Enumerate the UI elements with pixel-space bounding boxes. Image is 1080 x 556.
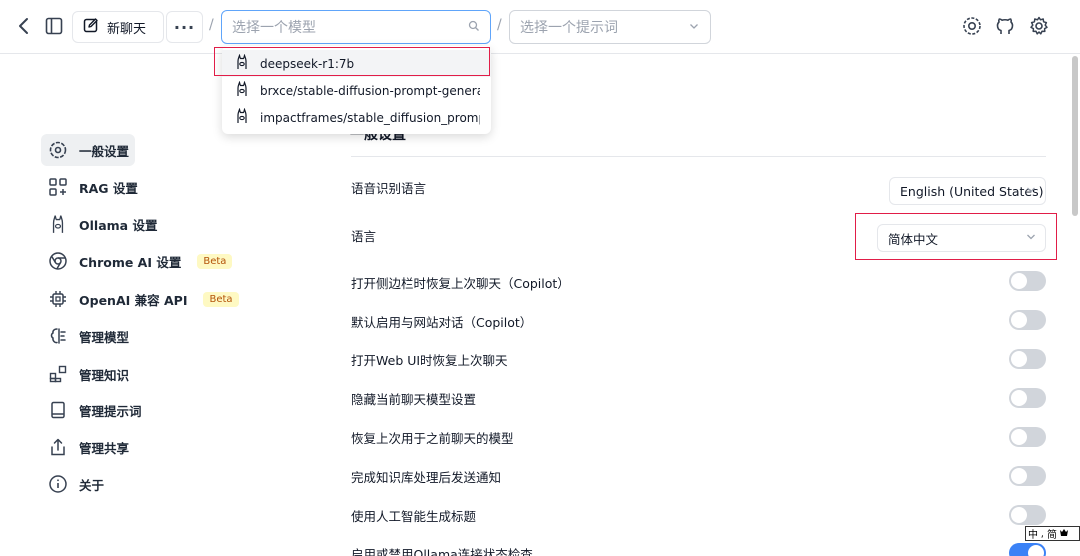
toggle-knob: [1028, 545, 1044, 556]
llama-icon: [47, 213, 69, 235]
rag-icon: [47, 176, 69, 198]
setting-label: 完成知识库处理后发送通知: [351, 470, 502, 485]
sidebar-item-label: OpenAI 兼容 API: [79, 292, 188, 308]
edit-icon: [83, 17, 99, 37]
toggle-knob: [1011, 507, 1027, 523]
scrollbar-thumb[interactable]: [1072, 56, 1078, 216]
sidebar-item-openai-api[interactable]: OpenAI 兼容 API Beta: [41, 283, 239, 315]
sidebar-item-manage-prompts[interactable]: 管理提示词: [41, 394, 142, 426]
model-option-label: deepseek-r1:7b: [260, 56, 355, 71]
setting-label: 打开Web UI时恢复上次聊天: [351, 353, 508, 368]
sidebar-item-manage-share[interactable]: 管理共享: [41, 431, 129, 463]
model-dropdown-menu: deepseek-r1:7b brxce/stable-diffusion-pr…: [222, 46, 491, 134]
model-select-placeholder: 选择一个模型: [232, 20, 316, 36]
search-icon: [468, 20, 480, 36]
toggle-knob: [1011, 351, 1027, 367]
sidebar-item-general[interactable]: 一般设置: [41, 134, 135, 166]
toggle-switch[interactable]: [1009, 427, 1046, 447]
setting-label: 使用人工智能生成标题: [351, 509, 477, 524]
toggle-knob: [1011, 390, 1027, 406]
model-option[interactable]: deepseek-r1:7b: [222, 50, 491, 77]
gear-icon[interactable]: [1027, 14, 1051, 38]
ollama-settings-icon[interactable]: [960, 14, 984, 38]
sidebar-item-about[interactable]: 关于: [41, 468, 104, 500]
info-icon: [47, 473, 69, 495]
setting-label: 语言: [351, 229, 377, 244]
toggle-switch[interactable]: [1009, 505, 1046, 525]
sidebar-item-label: 一般设置: [79, 143, 130, 159]
chip-icon: [47, 288, 69, 310]
new-chat-label: 新聊天: [107, 21, 147, 37]
llama-icon: [234, 53, 250, 73]
setting-label: 启用或禁用Ollama连接状态检查: [351, 547, 533, 556]
setting-label: 恢复上次用于之前聊天的模型: [351, 431, 514, 446]
sidebar-item-label: 管理提示词: [79, 403, 142, 419]
chevron-down-icon: [688, 20, 700, 36]
sidebar-item-manage-knowledge[interactable]: 管理知识: [41, 358, 129, 390]
toggle-switch[interactable]: [1009, 388, 1046, 408]
select-value: 简体中文: [888, 231, 939, 247]
new-chat-button[interactable]: 新聊天: [72, 11, 164, 43]
sidebar-item-label: Ollama 设置: [79, 217, 158, 233]
setting-label: 默认启用与网站对话（Copilot）: [351, 315, 533, 330]
toggle-knob: [1011, 312, 1027, 328]
sidebar-item-label: Chrome AI 设置: [79, 254, 182, 270]
toggle-knob: [1011, 429, 1027, 445]
chevron-down-icon: [1025, 231, 1037, 246]
sidebar-item-label: 关于: [79, 477, 105, 493]
model-option-label: brxce/stable-diffusion-prompt-generator:…: [260, 83, 480, 98]
llama-icon: [234, 80, 250, 100]
model-select-input[interactable]: 选择一个模型: [221, 10, 491, 44]
chevron-down-icon: [1025, 184, 1037, 199]
prompt-select-input[interactable]: 选择一个提示词: [509, 10, 711, 44]
toggle-switch[interactable]: [1009, 543, 1046, 556]
beta-badge: Beta: [203, 291, 239, 307]
ime-text: 中 ⸴ 简: [1028, 530, 1058, 541]
brain-icon: [47, 325, 69, 347]
toggle-knob: [1011, 468, 1027, 484]
setting-label: 打开侧边栏时恢复上次聊天（Copilot）: [351, 276, 570, 291]
sidebar-item-label: 管理模型: [79, 329, 130, 345]
back-chevron-icon[interactable]: [12, 14, 36, 38]
share-icon: [47, 436, 69, 458]
toggle-switch[interactable]: [1009, 271, 1046, 291]
section-divider: [351, 156, 1046, 157]
toggle-switch[interactable]: [1009, 349, 1046, 369]
book-icon: [47, 399, 69, 421]
prompt-select-placeholder: 选择一个提示词: [520, 20, 618, 36]
llama-icon: [234, 107, 250, 127]
breadcrumb-separator: /: [497, 17, 502, 33]
sidebar-item-label: 管理知识: [79, 367, 130, 383]
model-option-label: impactframes/stable_diffusion_prompt_ma: [260, 110, 480, 125]
toggle-switch[interactable]: [1009, 310, 1046, 330]
breadcrumb-separator: /: [209, 17, 214, 33]
sidebar-item-manage-models[interactable]: 管理模型: [41, 320, 129, 352]
setting-label: 隐藏当前聊天模型设置: [351, 392, 477, 407]
speech-language-select[interactable]: English (United States): [889, 177, 1046, 205]
model-option[interactable]: brxce/stable-diffusion-prompt-generator:…: [222, 77, 491, 104]
sidebar-item-chrome-ai[interactable]: Chrome AI 设置 Beta: [41, 245, 233, 277]
chrome-icon: [47, 250, 69, 272]
sidebar-item-rag[interactable]: RAG 设置: [41, 171, 138, 203]
settings-general-icon: [47, 139, 69, 161]
beta-badge: Beta: [197, 253, 233, 269]
toggle-switch[interactable]: [1009, 466, 1046, 486]
github-icon[interactable]: [993, 14, 1017, 38]
blocks-icon: [47, 363, 69, 385]
select-value: English (United States): [900, 183, 1044, 199]
toggle-knob: [1011, 273, 1027, 289]
sidebar-toggle-icon[interactable]: [42, 14, 66, 38]
ime-indicator[interactable]: 中 ⸴ 简: [1025, 526, 1080, 541]
sidebar-item-label: 管理共享: [79, 440, 130, 456]
sidebar-item-ollama[interactable]: Ollama 设置: [41, 208, 157, 240]
more-options-button[interactable]: ···: [166, 11, 203, 43]
setting-label: 语音识别语言: [351, 181, 427, 196]
top-bar: 新聊天 ··· / 选择一个模型 / 选择一个提示词: [0, 0, 1080, 54]
sidebar-item-label: RAG 设置: [79, 180, 138, 196]
model-option[interactable]: impactframes/stable_diffusion_prompt_ma: [222, 104, 491, 131]
ime-skin-icon: [1059, 528, 1069, 540]
language-select[interactable]: 简体中文: [877, 224, 1046, 252]
